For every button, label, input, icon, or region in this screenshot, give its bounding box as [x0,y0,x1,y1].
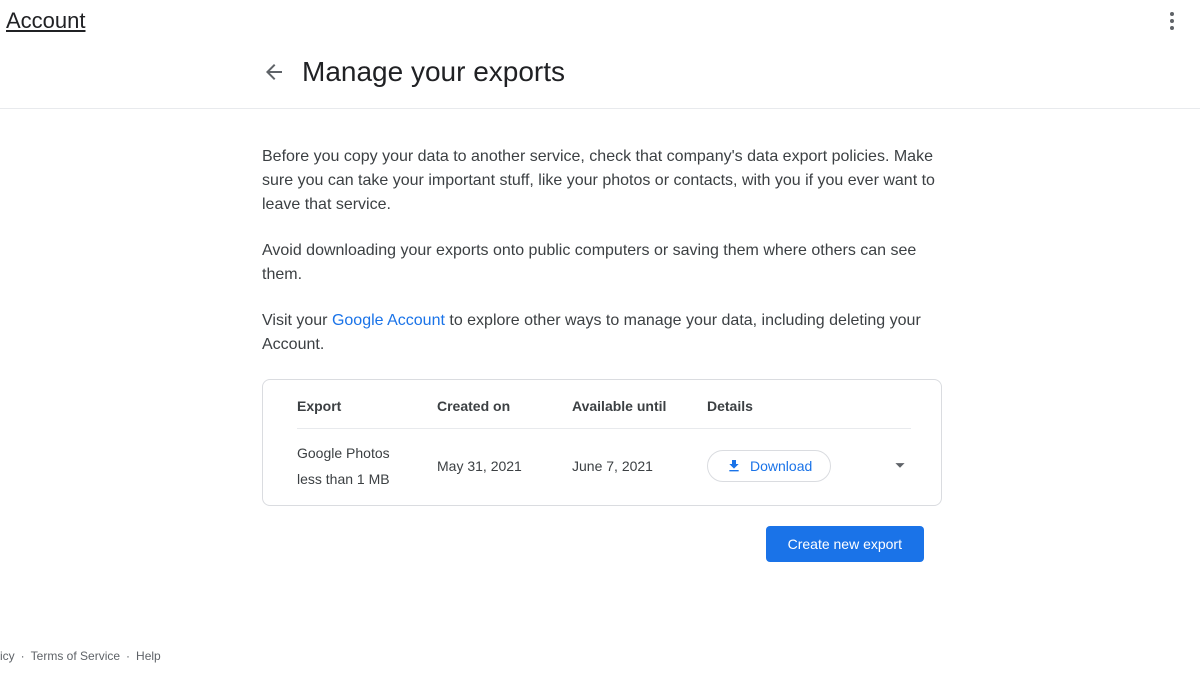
footer-help-link[interactable]: Help [136,649,161,663]
table-row: Google Photos less than 1 MB May 31, 202… [297,429,911,487]
create-new-export-button[interactable]: Create new export [766,526,924,562]
exports-card: Export Created on Available until Detail… [262,379,942,506]
intro-3-pre: Visit your [262,312,332,329]
table-header-row: Export Created on Available until Detail… [297,398,911,429]
footer-terms-link[interactable]: Terms of Service [31,649,120,663]
td-export: Google Photos less than 1 MB [297,445,437,487]
footer-separator: · [126,649,130,663]
account-brand-link[interactable]: Account [6,8,86,34]
intro-paragraph-3: Visit your Google Account to explore oth… [262,309,942,357]
download-button[interactable]: Download [707,450,831,482]
footer-link-fragment[interactable]: icy [0,649,15,663]
th-details: Details [707,398,911,414]
page-title: Manage your exports [302,56,565,88]
intro-paragraph-2: Avoid downloading your exports onto publ… [262,239,942,287]
th-created-on: Created on [437,398,572,414]
more-options-icon[interactable] [1160,9,1184,33]
footer: icy · Terms of Service · Help [0,649,161,663]
td-created-on: May 31, 2021 [437,458,572,474]
td-available-until: June 7, 2021 [572,458,707,474]
download-icon [726,458,742,474]
google-account-link[interactable]: Google Account [332,312,445,329]
export-name: Google Photos [297,445,437,461]
footer-separator: · [21,649,25,663]
th-available-until: Available until [572,398,707,414]
back-arrow-icon[interactable] [262,60,286,84]
download-button-label: Download [750,458,812,474]
th-export: Export [297,398,437,414]
intro-paragraph-1: Before you copy your data to another ser… [262,145,942,217]
export-size: less than 1 MB [297,471,437,487]
expand-chevron-icon[interactable] [889,454,911,479]
